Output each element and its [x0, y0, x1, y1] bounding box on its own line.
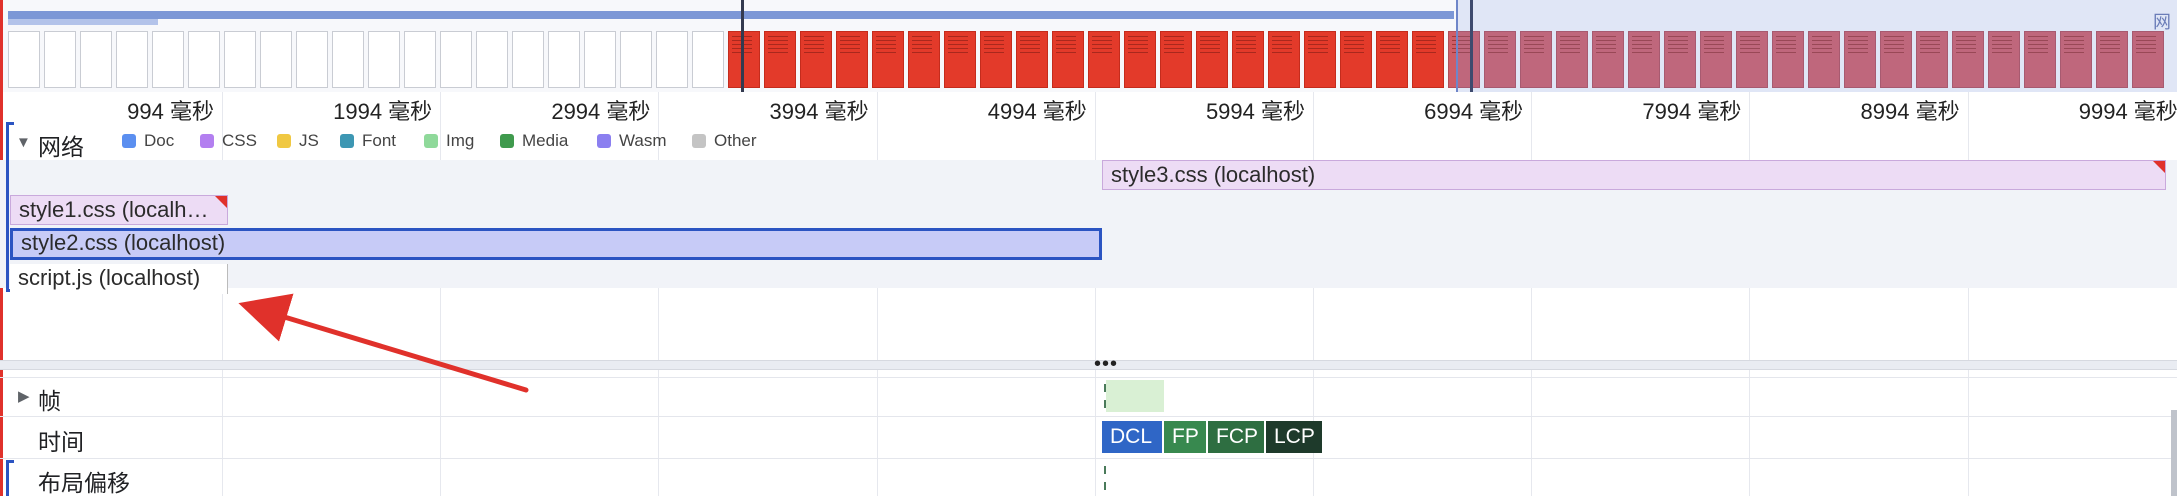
annotation-arrow	[238, 293, 529, 393]
